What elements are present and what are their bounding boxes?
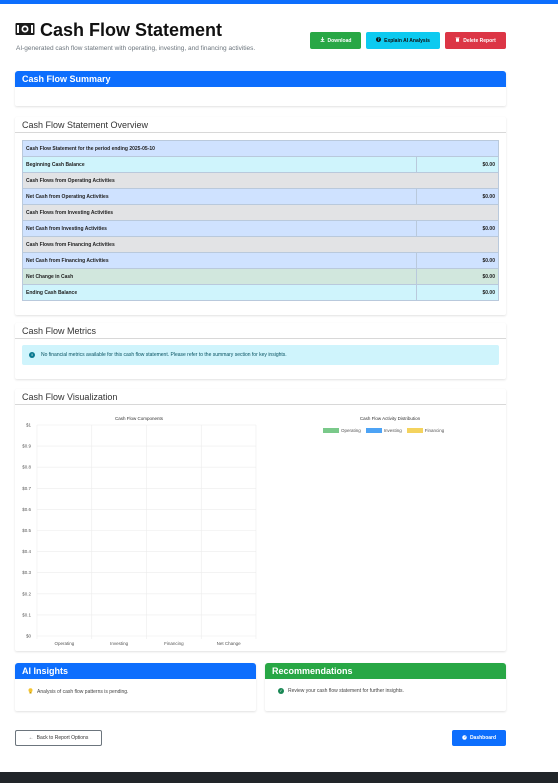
y-tick-label: $0.5 xyxy=(22,528,31,533)
ai-insights-title: AI Insights xyxy=(15,663,256,679)
page-title-text: Cash Flow Statement xyxy=(40,20,223,40)
money-bill-icon xyxy=(15,20,35,41)
y-tick-label: $0.7 xyxy=(22,486,31,491)
y-tick-label: $1 xyxy=(26,423,32,428)
page-footer-bar xyxy=(0,772,558,783)
metrics-section-title: Cash Flow Metrics xyxy=(15,323,506,339)
table-row: Ending Cash Balance $0.00 xyxy=(22,284,499,301)
ai-insights-card: AI Insights Analysis of cash flow patter… xyxy=(15,663,256,711)
legend-swatch-financing xyxy=(406,428,423,433)
cash-flow-table: Cash Flow Statement for the period endin… xyxy=(22,140,499,301)
table-cell-value: $0.00 xyxy=(416,252,499,269)
y-tick-label: $0.3 xyxy=(22,570,31,575)
x-tick-label: Financing xyxy=(164,641,184,646)
delete-button-label: Delete Report xyxy=(463,37,496,44)
table-cell-label: Ending Cash Balance xyxy=(22,284,417,301)
legend-item-investing: Investing xyxy=(365,428,402,433)
cash-flow-overview-card: Cash Flow Statement Overview Cash Flow S… xyxy=(15,117,506,315)
trash-icon xyxy=(455,37,460,44)
table-cell-label: Cash Flows from Investing Activities xyxy=(22,204,499,221)
back-to-report-options-button[interactable]: ← Back to Report Options xyxy=(15,730,102,746)
table-cell-label: Net Cash from Financing Activities xyxy=(22,252,417,269)
table-row: Cash Flows from Financing Activities xyxy=(22,236,499,253)
dashboard-button-label: Dashboard xyxy=(469,735,497,741)
info-circle-icon: i xyxy=(29,352,35,358)
dashboard-button[interactable]: Dashboard xyxy=(452,730,506,746)
table-row: Net Cash from Operating Activities $0.00 xyxy=(22,188,499,205)
y-tick-label: $0.8 xyxy=(22,465,31,470)
recommendations-title: Recommendations xyxy=(265,663,506,679)
page-header: Cash Flow Statement AI-generated cash fl… xyxy=(15,20,506,56)
metrics-info-alert: i No financial metrics available for thi… xyxy=(22,345,499,365)
top-accent-bar xyxy=(0,0,558,4)
table-row: Net Cash from Investing Activities $0.00 xyxy=(22,220,499,237)
header-actions: Download ? Explain AI Analysis Delete Re… xyxy=(310,32,506,49)
page-title: Cash Flow Statement xyxy=(15,20,222,41)
table-cell-label: Net Cash from Operating Activities xyxy=(22,188,417,205)
legend-item-financing: Financing xyxy=(406,428,445,433)
table-cell-label: Cash Flows from Operating Activities xyxy=(22,172,499,189)
download-icon xyxy=(320,37,325,44)
table-cell-value: $0.00 xyxy=(416,188,499,205)
question-circle-icon: ? xyxy=(376,37,382,44)
table-cell-label: Cash Flow Statement for the period endin… xyxy=(22,140,499,157)
table-cell-value: $0.00 xyxy=(416,156,499,173)
table-cell-value: $0.00 xyxy=(416,220,499,237)
table-row: Net Change in Cash $0.00 xyxy=(22,268,499,285)
recommendations-text: Review your cash flow statement for furt… xyxy=(288,688,404,694)
legend-item-operating: Operating xyxy=(323,428,361,433)
summary-card-title: Cash Flow Summary xyxy=(15,71,506,87)
legend-label-operating: Operating xyxy=(341,428,361,433)
pie-chart-title: Cash Flow Activity Distribution xyxy=(359,416,421,421)
overview-section-title: Cash Flow Statement Overview xyxy=(15,117,506,133)
y-tick-label: $0.2 xyxy=(22,591,31,596)
table-row: Cash Flows from Investing Activities xyxy=(22,204,499,221)
table-cell-label: Cash Flows from Financing Activities xyxy=(22,236,499,253)
y-tick-label: $0.9 xyxy=(22,444,31,449)
cash-flow-metrics-card: Cash Flow Metrics i No financial metrics… xyxy=(15,323,506,379)
back-button-label: Back to Report Options xyxy=(36,735,89,741)
table-row: Net Cash from Financing Activities $0.00 xyxy=(22,252,499,269)
table-cell-label: Net Cash from Investing Activities xyxy=(22,220,417,237)
table-cell-value: $0.00 xyxy=(416,268,499,285)
y-tick-label: $0.1 xyxy=(22,612,31,617)
download-button[interactable]: Download xyxy=(310,32,361,49)
pie-chart-legend: Operating Investing Financing xyxy=(323,428,444,433)
table-row: Beginning Cash Balance $0.00 xyxy=(22,156,499,173)
y-tick-label: $0.6 xyxy=(22,507,31,512)
explain-button-label: Explain AI Analysis xyxy=(384,37,430,44)
download-button-label: Download xyxy=(327,37,352,44)
visualization-section-title: Cash Flow Visualization xyxy=(15,389,506,405)
table-row: Cash Flow Statement for the period endin… xyxy=(22,140,499,157)
table-cell-value: $0.00 xyxy=(416,284,499,301)
arrow-left-icon: ← xyxy=(28,735,34,741)
ai-insights-text: Analysis of cash flow patterns is pendin… xyxy=(37,689,129,695)
legend-swatch-investing xyxy=(365,428,382,433)
recommendations-body: ✓ Review your cash flow statement for fu… xyxy=(265,679,506,694)
cash-flow-summary-card: Cash Flow Summary xyxy=(15,71,506,106)
delete-report-button[interactable]: Delete Report xyxy=(445,32,506,49)
table-cell-label: Net Change in Cash xyxy=(22,268,417,285)
check-circle-icon: ✓ xyxy=(278,688,284,694)
x-tick-label: Investing xyxy=(110,641,129,646)
metrics-alert-text: No financial metrics available for this … xyxy=(41,352,287,358)
table-cell-label: Beginning Cash Balance xyxy=(22,156,417,173)
y-tick-label: $0 xyxy=(26,634,32,639)
recommendations-card: Recommendations ✓ Review your cash flow … xyxy=(265,663,506,711)
dashboard-icon xyxy=(462,734,467,742)
lightbulb-icon xyxy=(28,688,33,696)
table-row: Cash Flows from Operating Activities xyxy=(22,172,499,189)
page-subtitle: AI-generated cash flow statement with op… xyxy=(16,45,256,52)
legend-label-financing: Financing xyxy=(424,428,445,433)
x-tick-label: Net Change xyxy=(217,641,242,646)
x-tick-label: Operating xyxy=(54,641,74,646)
explain-ai-analysis-button[interactable]: ? Explain AI Analysis xyxy=(366,32,440,49)
cash-flow-components-chart: $0 $0.1 $0.2 $0.3 $0.4 $0.5 $0.6 $0.7 $0.8 $0.9 $1… xyxy=(22,423,257,646)
legend-label-investing: Investing xyxy=(383,428,402,433)
y-tick-label: $0.4 xyxy=(22,549,31,554)
legend-swatch-operating xyxy=(323,428,339,433)
ai-insights-body: Analysis of cash flow patterns is pendin… xyxy=(15,679,256,696)
